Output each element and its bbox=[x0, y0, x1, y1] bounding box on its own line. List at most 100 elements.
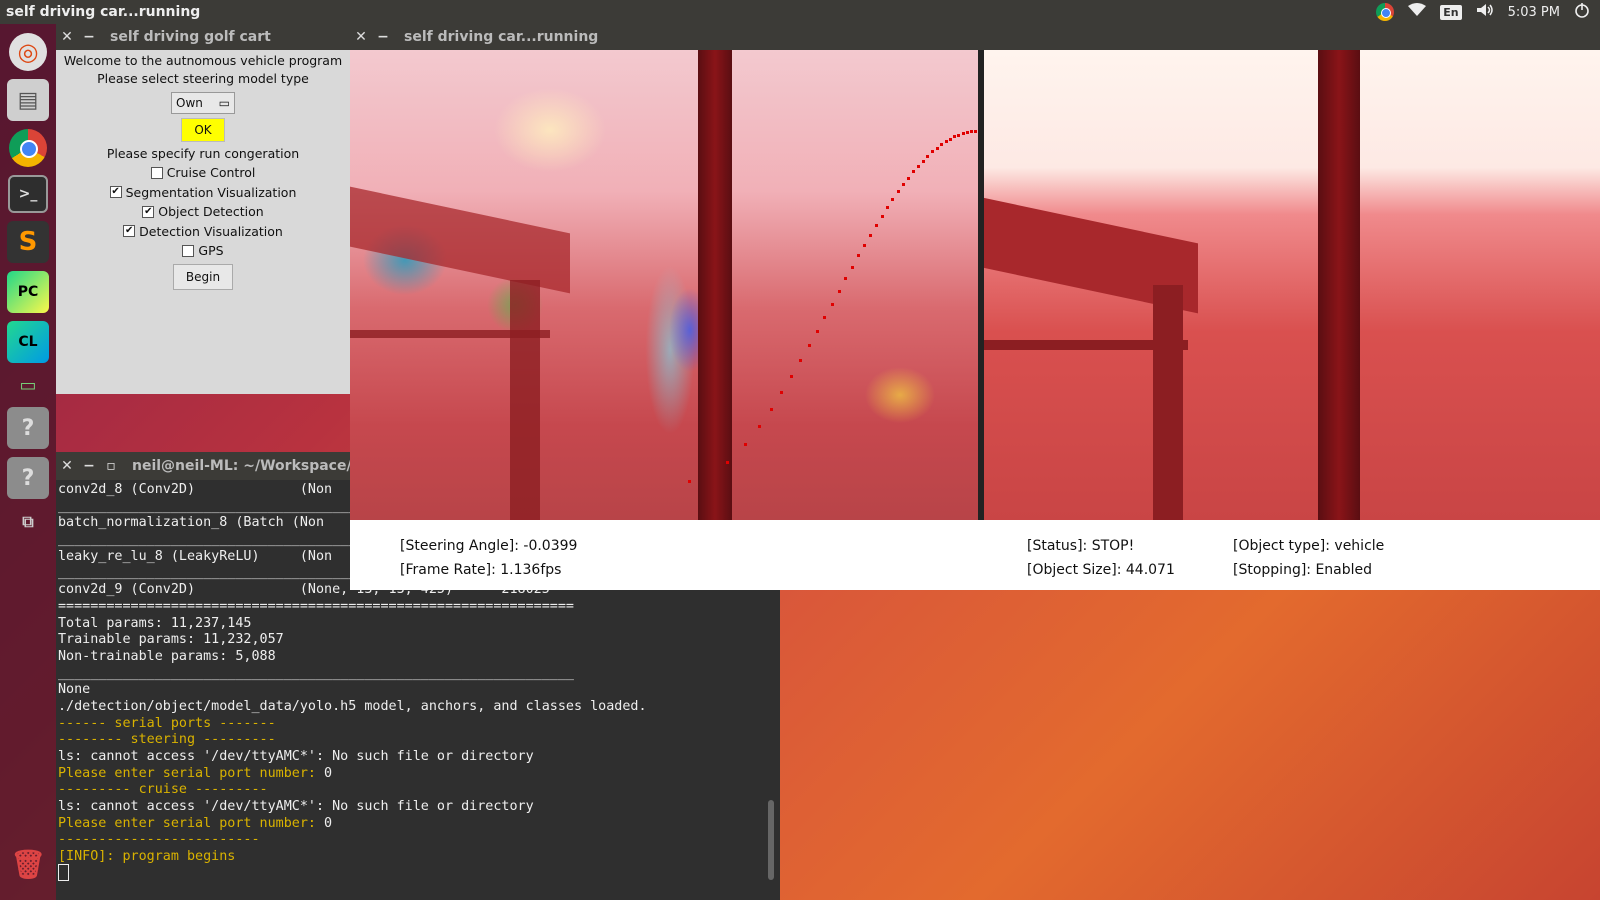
window-title: neil@neil-ML: ~/Workspace/s bbox=[132, 458, 360, 474]
terminal-line: Please enter serial port number: 0 bbox=[58, 766, 780, 783]
steering-angle-readout: [Steering Angle]: -0.0399 bbox=[400, 538, 578, 554]
close-icon[interactable]: ✕ bbox=[56, 29, 78, 45]
trajectory-dot bbox=[916, 164, 920, 168]
trajectory-dot bbox=[935, 146, 939, 150]
pycharm-icon[interactable]: PC bbox=[7, 271, 49, 313]
power-icon[interactable] bbox=[1574, 2, 1590, 22]
wifi-icon[interactable] bbox=[1408, 3, 1427, 21]
terminal-line-text: Non-trainable params: 5,088 bbox=[58, 648, 276, 664]
begin-button[interactable]: Begin bbox=[173, 263, 233, 290]
terminal-line: ________________________________________… bbox=[58, 666, 780, 683]
system-monitor-icon[interactable]: ▭ bbox=[7, 371, 49, 399]
help-icon[interactable]: ? bbox=[7, 407, 49, 449]
checkbox[interactable] bbox=[182, 244, 195, 257]
terminal-icon[interactable]: >_ bbox=[8, 175, 48, 213]
frame-rate-readout: [Frame Rate]: 1.136fps bbox=[400, 562, 562, 578]
trajectory-dot bbox=[757, 424, 761, 428]
trajectory-dot bbox=[726, 461, 730, 465]
trajectory-dot bbox=[940, 143, 944, 147]
trajectory-dot bbox=[863, 243, 867, 247]
table-rail-shape bbox=[978, 340, 1188, 350]
trash-icon[interactable]: 🗑 bbox=[7, 843, 49, 885]
volume-icon[interactable] bbox=[1476, 3, 1494, 21]
files-icon[interactable]: ▤ bbox=[7, 79, 49, 121]
scrollbar[interactable] bbox=[768, 800, 774, 880]
terminal-line: -------- steering --------- bbox=[58, 732, 780, 749]
top-panel: self driving car...running En 5:03 PM bbox=[0, 0, 1600, 24]
welcome-text: Welcome to the autnomous vehicle program bbox=[63, 53, 343, 68]
trajectory-dot bbox=[961, 132, 965, 136]
trajectory-dot bbox=[953, 135, 957, 139]
terminal-line-text: ./detection/object/model_data/yolo.h5 mo… bbox=[58, 698, 647, 714]
status-readout: [Status]: STOP! bbox=[1027, 538, 1135, 554]
sublime-icon[interactable]: S bbox=[7, 221, 49, 263]
terminal-line: ls: cannot access '/dev/ttyAMC*': No suc… bbox=[58, 749, 780, 766]
option-segmentation-visualization[interactable]: ✔ Segmentation Visualization bbox=[109, 183, 296, 203]
table-shape bbox=[350, 186, 570, 294]
clion-icon[interactable]: CL bbox=[7, 321, 49, 363]
trajectory-dot bbox=[837, 289, 841, 293]
trajectory-dot bbox=[926, 154, 930, 158]
checkbox[interactable]: ✔ bbox=[123, 225, 136, 238]
terminal-line-text: ls: cannot access '/dev/ttyAMC*': No suc… bbox=[58, 799, 534, 815]
workspace-icon[interactable]: ⧉ bbox=[7, 507, 49, 537]
trajectory-dot bbox=[857, 254, 861, 258]
ok-button[interactable]: OK bbox=[181, 118, 225, 142]
terminal-line: --------- cruise --------- bbox=[58, 782, 780, 799]
terminal-line: ------------------------- bbox=[58, 832, 780, 849]
checkbox[interactable] bbox=[150, 166, 163, 179]
terminal-line: None bbox=[58, 682, 780, 699]
chrome-tray-icon[interactable] bbox=[1376, 3, 1395, 21]
trajectory-dot bbox=[743, 442, 747, 446]
trajectory-dot bbox=[780, 390, 784, 394]
terminal-line: ./detection/object/model_data/yolo.h5 mo… bbox=[58, 699, 780, 716]
ubuntu-icon[interactable]: ◎ bbox=[9, 33, 47, 71]
minimize-icon[interactable]: − bbox=[372, 29, 394, 45]
terminal-line: [INFO]: program begins bbox=[58, 849, 780, 866]
trajectory-dot bbox=[807, 344, 811, 348]
minimize-icon[interactable]: − bbox=[78, 458, 100, 474]
option-label: Object Detection bbox=[158, 204, 264, 220]
maximize-icon[interactable]: ▫ bbox=[100, 458, 122, 474]
chrome-icon[interactable] bbox=[9, 129, 47, 167]
close-icon[interactable]: ✕ bbox=[350, 29, 372, 45]
titlebar: ✕ − self driving golf cart bbox=[56, 24, 350, 50]
clock[interactable]: 5:03 PM bbox=[1508, 5, 1560, 20]
close-icon[interactable]: ✕ bbox=[56, 458, 78, 474]
trajectory-dot bbox=[944, 140, 948, 144]
option-label: Detection Visualization bbox=[139, 223, 283, 239]
window-title: self driving golf cart bbox=[110, 29, 271, 45]
table-leg-shape bbox=[510, 280, 540, 520]
option-object-detection[interactable]: ✔ Object Detection bbox=[142, 202, 264, 222]
terminal-line-text: Please enter serial port number: bbox=[58, 765, 325, 781]
trajectory-dot bbox=[906, 176, 910, 180]
terminal-line-text: ------------------------- bbox=[58, 832, 260, 848]
trajectory-dot bbox=[930, 150, 934, 154]
minimize-icon[interactable]: − bbox=[78, 29, 100, 45]
trajectory-dot bbox=[815, 329, 819, 333]
trajectory-dot bbox=[921, 159, 925, 163]
option-cruise-control[interactable]: Cruise Control bbox=[150, 163, 255, 183]
trajectory-dot bbox=[965, 131, 969, 135]
terminal-line-text: Please enter serial port number: bbox=[58, 815, 325, 831]
option-detection-visualization[interactable]: ✔ Detection Visualization bbox=[123, 222, 283, 242]
steering-model-select[interactable]: Own ▭ bbox=[171, 92, 235, 114]
trajectory-dot bbox=[948, 137, 952, 141]
checkbox[interactable]: ✔ bbox=[142, 205, 155, 218]
terminal-line-text: Total params: 11,237,145 bbox=[58, 615, 252, 631]
trajectory-dot bbox=[874, 223, 878, 227]
terminal-line-text: -------- steering --------- bbox=[58, 732, 276, 748]
terminal-line: Non-trainable params: 5,088 bbox=[58, 649, 780, 666]
trajectory-dot bbox=[886, 206, 890, 210]
terminal-line-text: None bbox=[58, 682, 91, 698]
option-gps[interactable]: GPS bbox=[182, 241, 224, 261]
keyboard-language-indicator[interactable]: En bbox=[1440, 4, 1462, 20]
object-size-readout: [Object Size]: 44.071 bbox=[1027, 562, 1175, 578]
help-icon[interactable]: ? bbox=[7, 457, 49, 499]
checkbox[interactable]: ✔ bbox=[109, 186, 122, 199]
pillar-shape bbox=[1318, 50, 1360, 520]
terminal-line: Please enter serial port number: 0 bbox=[58, 816, 780, 833]
trajectory-dot bbox=[911, 170, 915, 174]
info-panel: [Steering Angle]: -0.0399 [Frame Rate]: … bbox=[350, 520, 1600, 590]
camera-feeds bbox=[350, 50, 1600, 520]
